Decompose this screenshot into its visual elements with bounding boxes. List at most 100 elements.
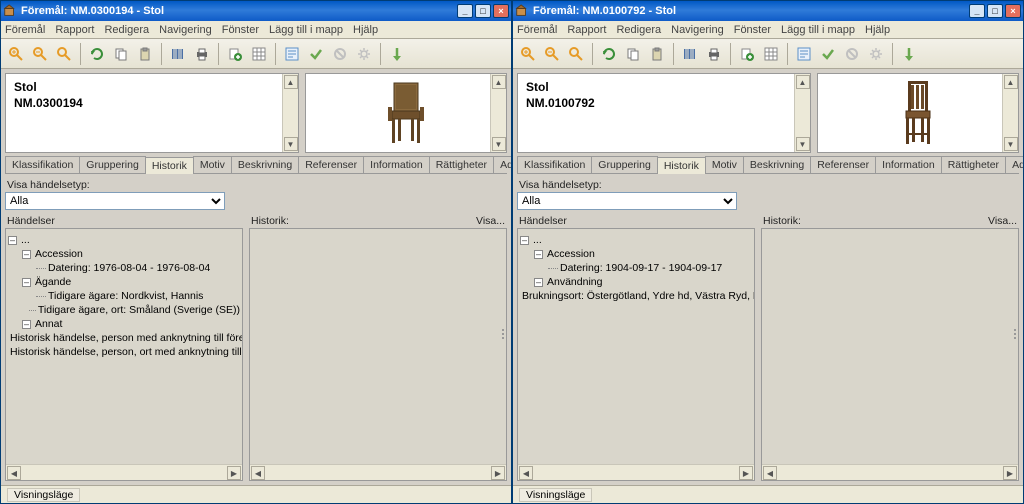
scroll-left-icon[interactable]: ◀ — [251, 466, 265, 480]
gear-icon[interactable] — [865, 43, 887, 65]
tree-toggle-icon[interactable]: – — [22, 278, 31, 287]
tab[interactable]: Historik — [145, 157, 194, 174]
scroll-right-icon[interactable]: ▶ — [739, 466, 753, 480]
tab[interactable]: Klassifikation — [517, 156, 592, 173]
scroll-left-icon[interactable]: ◀ — [519, 466, 533, 480]
resize-handle-icon[interactable] — [1014, 329, 1016, 339]
tab[interactable]: Information — [363, 156, 430, 173]
close-button[interactable]: × — [1005, 4, 1021, 18]
down-arrow-icon[interactable] — [386, 43, 408, 65]
tab[interactable]: Gruppering — [79, 156, 146, 173]
refresh-icon[interactable] — [86, 43, 108, 65]
tree-toggle-icon[interactable]: – — [22, 250, 31, 259]
tab[interactable]: Historik — [657, 157, 706, 174]
copy-icon[interactable] — [622, 43, 644, 65]
scroll-left-icon[interactable]: ◀ — [763, 466, 777, 480]
paste-icon[interactable] — [134, 43, 156, 65]
barcode-icon[interactable] — [167, 43, 189, 65]
tab[interactable]: Administration — [493, 156, 511, 173]
menu-item[interactable]: Navigering — [671, 24, 724, 36]
tree-node[interactable]: –... — [520, 233, 752, 247]
zoom-reset-icon[interactable] — [565, 43, 587, 65]
print-icon[interactable] — [191, 43, 213, 65]
zoom-out-icon[interactable] — [29, 43, 51, 65]
scrollbar-horizontal[interactable]: ◀▶ — [250, 464, 506, 480]
tree-node[interactable]: –Accession — [8, 247, 240, 261]
menu-item[interactable]: Fönster — [734, 24, 771, 36]
scroll-left-icon[interactable]: ◀ — [7, 466, 21, 480]
cancel-icon[interactable] — [841, 43, 863, 65]
add-record-icon[interactable] — [736, 43, 758, 65]
maximize-button[interactable]: □ — [475, 4, 491, 18]
zoom-in-icon[interactable] — [5, 43, 27, 65]
cancel-icon[interactable] — [329, 43, 351, 65]
maximize-button[interactable]: □ — [987, 4, 1003, 18]
tree-node[interactable]: –Användning — [520, 275, 752, 289]
tab[interactable]: Referenser — [810, 156, 876, 173]
barcode-icon[interactable] — [679, 43, 701, 65]
tree-toggle-icon[interactable]: – — [22, 320, 31, 329]
menu-item[interactable]: Lägg till i mapp — [269, 24, 343, 36]
scrollbar-vertical[interactable]: ▲▼ — [1002, 74, 1018, 152]
tree-toggle-icon[interactable]: – — [8, 236, 17, 245]
tab[interactable]: Beskrivning — [231, 156, 299, 173]
scroll-right-icon[interactable]: ▶ — [491, 466, 505, 480]
check-icon[interactable] — [305, 43, 327, 65]
menu-item[interactable]: Hjälp — [865, 24, 890, 36]
tab[interactable]: Motiv — [193, 156, 232, 173]
filter-select[interactable]: Alla — [5, 192, 225, 210]
zoom-in-icon[interactable] — [517, 43, 539, 65]
scroll-up-icon[interactable]: ▲ — [1004, 75, 1018, 89]
history-show-link[interactable]: Visa... — [988, 215, 1017, 227]
menu-item[interactable]: Fönster — [222, 24, 259, 36]
paste-icon[interactable] — [646, 43, 668, 65]
scrollbar-horizontal[interactable]: ◀▶ — [6, 464, 242, 480]
tree-toggle-icon[interactable]: – — [520, 236, 529, 245]
scroll-up-icon[interactable]: ▲ — [284, 75, 298, 89]
menu-item[interactable]: Rapport — [55, 24, 94, 36]
zoom-reset-icon[interactable] — [53, 43, 75, 65]
menu-item[interactable]: Rapport — [567, 24, 606, 36]
tab[interactable]: Referenser — [298, 156, 364, 173]
menu-item[interactable]: Föremål — [517, 24, 557, 36]
grid-icon[interactable] — [760, 43, 782, 65]
scroll-up-icon[interactable]: ▲ — [492, 75, 506, 89]
tree-node[interactable]: –... — [8, 233, 240, 247]
scroll-up-icon[interactable]: ▲ — [796, 75, 810, 89]
scroll-right-icon[interactable]: ▶ — [227, 466, 241, 480]
menu-item[interactable]: Navigering — [159, 24, 212, 36]
tree-node[interactable]: Historisk händelse, person, ort med ankn… — [8, 345, 240, 359]
filter-select[interactable]: Alla — [517, 192, 737, 210]
tree-node[interactable]: Tidigare ägare, ort: Småland (Sverige (S… — [8, 303, 240, 317]
scroll-down-icon[interactable]: ▼ — [492, 137, 506, 151]
tree-node[interactable]: Datering: 1904-09-17 - 1904-09-17 — [520, 261, 752, 275]
add-record-icon[interactable] — [224, 43, 246, 65]
copy-icon[interactable] — [110, 43, 132, 65]
scrollbar-vertical[interactable]: ▲▼ — [282, 74, 298, 152]
tree-node[interactable]: –Ägande — [8, 275, 240, 289]
tree-node[interactable]: Historisk händelse, person med anknytnin… — [8, 331, 240, 345]
tree-node[interactable]: –Accession — [520, 247, 752, 261]
scroll-down-icon[interactable]: ▼ — [1004, 137, 1018, 151]
history-show-link[interactable]: Visa... — [476, 215, 505, 227]
tab[interactable]: Administration — [1005, 156, 1023, 173]
tab[interactable]: Rättigheter — [941, 156, 1006, 173]
scroll-down-icon[interactable]: ▼ — [796, 137, 810, 151]
tab[interactable]: Rättigheter — [429, 156, 494, 173]
print-icon[interactable] — [703, 43, 725, 65]
menu-item[interactable]: Hjälp — [353, 24, 378, 36]
close-button[interactable]: × — [493, 4, 509, 18]
tab[interactable]: Klassifikation — [5, 156, 80, 173]
tab[interactable]: Gruppering — [591, 156, 658, 173]
tree-toggle-icon[interactable]: – — [534, 278, 543, 287]
tree-node[interactable]: Brukningsort: Östergötland, Ydre hd, Väs… — [520, 289, 752, 303]
scroll-down-icon[interactable]: ▼ — [284, 137, 298, 151]
menu-item[interactable]: Redigera — [104, 24, 149, 36]
down-arrow-icon[interactable] — [898, 43, 920, 65]
grid-icon[interactable] — [248, 43, 270, 65]
tab[interactable]: Beskrivning — [743, 156, 811, 173]
scroll-right-icon[interactable]: ▶ — [1003, 466, 1017, 480]
gear-icon[interactable] — [353, 43, 375, 65]
menu-item[interactable]: Redigera — [616, 24, 661, 36]
tab[interactable]: Motiv — [705, 156, 744, 173]
